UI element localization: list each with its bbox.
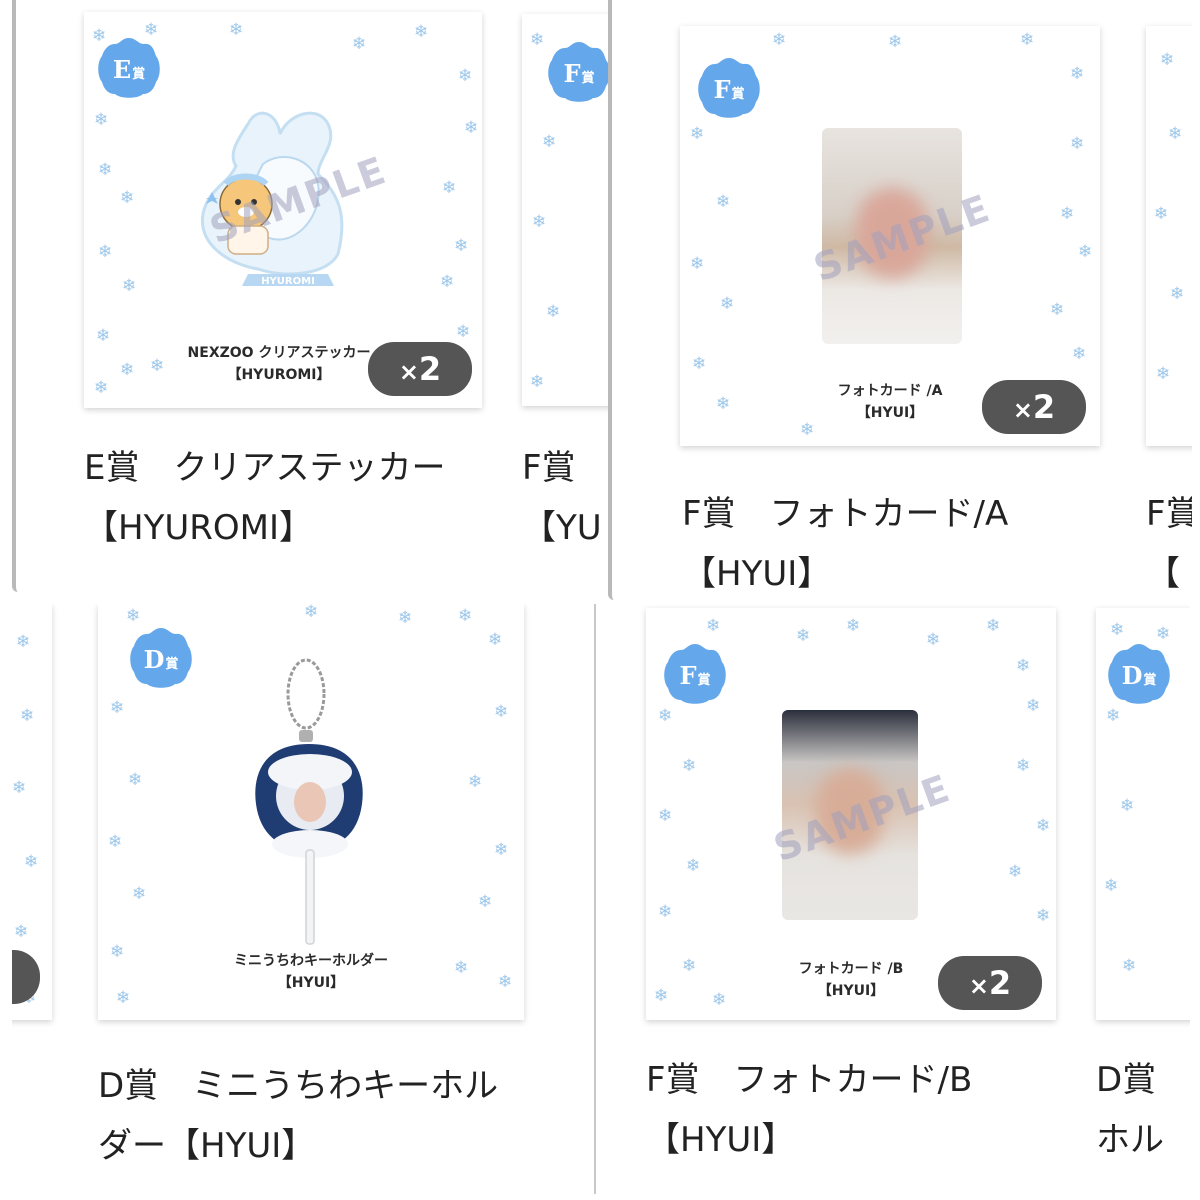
product-title-next[interactable]: F賞 【YU [522,438,608,558]
quantity-badge: ×2 [938,956,1042,1010]
panel-d-prize: ❄❄❄ ❄❄❄ ❄❄❄ ❄❄❄ ❄❄❄ ❄❄❄ ❄❄❄ ❄❄ D賞 [12,604,592,1194]
product-card-f-photocard-b[interactable]: ❄ ❄ ❄ ❄ ❄ ❄ ❄ ❄ ❄ ❄ ❄ ❄ ❄ ❄ ❄ ❄ ❄ ❄ ❄ F賞 SAMPLE フォトカ… [646,608,1056,1020]
panel-e-prize: ❄ ❄ ❄ ❄ ❄ ❄ ❄ ❄ ❄ ❄ ❄ ❄ ❄ ❄ ❄ ❄ ❄ ❄ ❄ ❄ E賞 HYUROMI SA… [12,0,608,592]
product-name: NEXZOO クリアステッカー 【HYUROMI】 [187,345,371,383]
product-name: フォトカード /A 【HYUI】 [837,383,943,421]
product-title[interactable]: D賞 ミニうちわキーホルダー【HYUI】 [98,1056,528,1176]
product-card-d-keyholder[interactable]: ❄ ❄ ❄ ❄ ❄ ❄ ❄ ❄ ❄ ❄ ❄ ❄ ❄ ❄ ❄ ❄ ❄ D賞 ミニうちわキーホルダー 【H… [98,604,524,1020]
panel-f-prize-b: ❄ ❄ ❄ ❄ ❄ ❄ ❄ ❄ ❄ ❄ ❄ ❄ ❄ ❄ ❄ ❄ ❄ ❄ ❄ F賞 SAMPLE フォトカ… [594,604,1190,1194]
product-card-e-sticker[interactable]: ❄ ❄ ❄ ❄ ❄ ❄ ❄ ❄ ❄ ❄ ❄ ❄ ❄ ❄ ❄ ❄ ❄ ❄ ❄ ❄ E賞 HYUROMI SA… [84,12,482,408]
product-name: フォトカード /B 【HYUI】 [798,961,904,999]
quantity-badge: ×2 [368,342,472,396]
keyholder-illustration [255,658,363,945]
product-card-previous[interactable]: ❄❄❄ ❄❄❄ [12,604,52,1020]
prize-badge: D賞 [1106,642,1172,708]
product-card-next[interactable]: ❄ ❄ ❄ ❄ ❄ F賞 [522,14,608,406]
prize-badge: F賞 [696,56,762,122]
product-card-f-photocard-a[interactable]: ❄❄❄ ❄❄❄ ❄❄❄ ❄❄❄ ❄❄❄ ❄❄ F賞 SAMPLE フォトカード … [680,26,1100,446]
panel-f-prize-a: ❄❄❄ ❄❄❄ ❄❄❄ ❄❄❄ ❄❄❄ ❄❄ F賞 SAMPLE フォトカード … [608,0,1192,600]
product-title[interactable]: F賞 フォトカード/B 【HYUI】 [646,1050,1056,1170]
quantity-badge: ×2 [982,380,1086,434]
product-card-next[interactable]: ❄ ❄ ❄ ❄ ❄ ❄ D賞 [1096,608,1190,1020]
prize-badge: D賞 [128,626,194,692]
product-title-next[interactable]: D賞 ホル [1096,1050,1190,1170]
prize-badge: F賞 [546,40,608,106]
prize-badge: E賞 [96,36,162,102]
svg-text:HYUROMI: HYUROMI [261,276,315,287]
prize-badge: F賞 [662,642,728,708]
product-title-next[interactable]: F賞 【 [1146,484,1192,600]
product-title[interactable]: F賞 フォトカード/A 【HYUI】 [680,484,1102,600]
product-card-next[interactable]: ❄ ❄ ❄ ❄ ❄ [1146,26,1192,446]
product-title[interactable]: E賞 クリアステッカー【HYUROMI】 [84,438,464,558]
product-name: ミニうちわキーホルダー 【HYUI】 [234,953,388,991]
